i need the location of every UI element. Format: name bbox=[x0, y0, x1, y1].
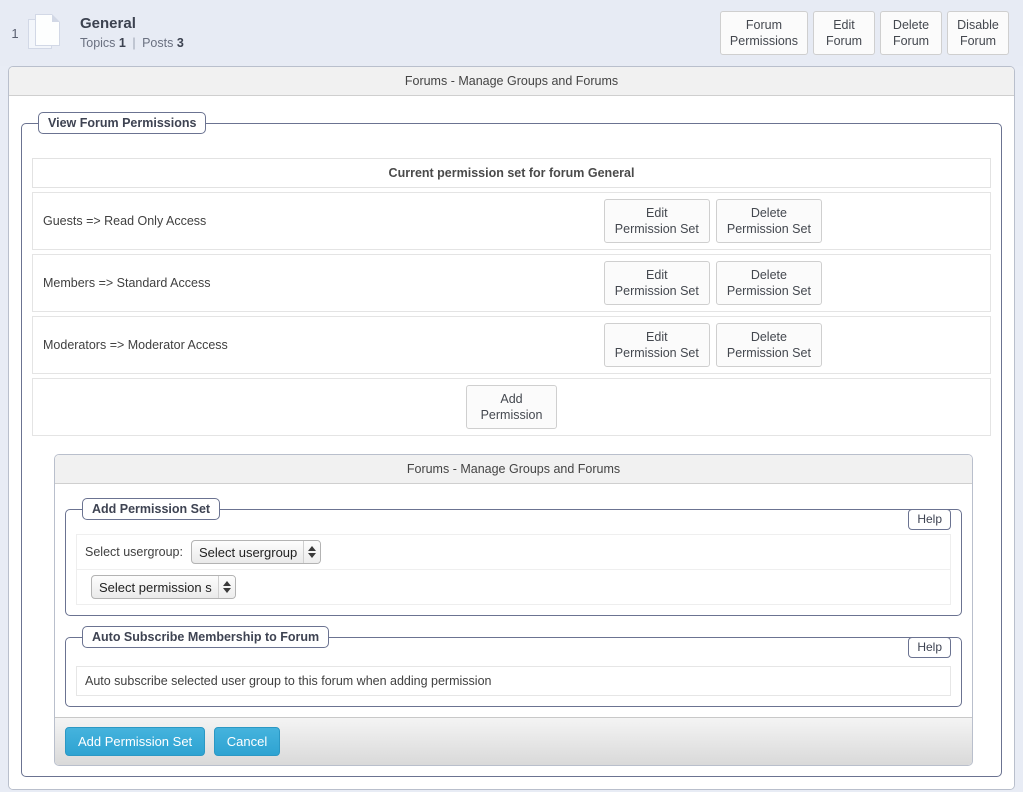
edit-permission-set-line1: Edit bbox=[646, 330, 668, 344]
add-permission-set-cancel-button[interactable]: Cancel bbox=[213, 727, 281, 756]
edit-forum-button-line1: Edit bbox=[833, 18, 855, 32]
permission-row-spacer bbox=[453, 316, 598, 374]
topics-label: Topics bbox=[80, 36, 116, 50]
chevron-updown-icon bbox=[303, 541, 321, 563]
add-permission-set-fieldset: Add Permission Set Help Select usergroup… bbox=[65, 498, 962, 616]
delete-permission-set-button[interactable]: Delete Permission Set bbox=[715, 261, 822, 305]
delete-permission-set-line1: Delete bbox=[750, 206, 787, 220]
disable-forum-button-line2: Forum bbox=[959, 34, 997, 48]
forum-index-number: 1 bbox=[11, 25, 19, 41]
forum-header-bar: 1 General Topics 1 | Posts 3 Forum Permi… bbox=[0, 0, 1023, 66]
permissions-table-caption-row: Current permission set for forum General bbox=[32, 158, 991, 188]
manage-forums-panel: Forums - Manage Groups and Forums View F… bbox=[8, 66, 1015, 790]
permission-row-end-spacer bbox=[989, 254, 991, 312]
auto-subscribe-legend: Auto Subscribe Membership to Forum bbox=[82, 626, 330, 648]
edit-permission-set-button[interactable]: Edit Permission Set bbox=[603, 199, 710, 243]
disable-forum-button[interactable]: Disable Forum bbox=[947, 11, 1009, 55]
stats-separator: | bbox=[132, 36, 136, 50]
edit-permission-set-line2: Permission Set bbox=[614, 284, 699, 298]
edit-forum-button[interactable]: Edit Forum bbox=[813, 11, 875, 55]
inner-panel-body: Add Permission Set Help Select usergroup… bbox=[55, 484, 972, 707]
permission-row-label: Members => Standard Access bbox=[32, 254, 454, 312]
edit-permission-set-line1: Edit bbox=[646, 206, 668, 220]
usergroup-select-value: Select usergroup bbox=[198, 544, 298, 560]
inner-panel-footer: Add Permission Set Cancel bbox=[55, 717, 972, 765]
edit-permission-set-button[interactable]: Edit Permission Set bbox=[603, 261, 710, 305]
delete-permission-set-line1: Delete bbox=[750, 268, 787, 282]
forum-stats: Topics 1 | Posts 3 bbox=[80, 34, 720, 52]
permission-set-row: Select permission s bbox=[77, 569, 950, 604]
delete-forum-button-line2: Forum bbox=[892, 34, 930, 48]
help-button-add-permission-set[interactable]: Help bbox=[908, 509, 951, 530]
permission-row-actions: Edit Permission Set Delete Permission Se… bbox=[597, 316, 990, 374]
table-row: Members => Standard Access Edit Permissi… bbox=[32, 254, 991, 312]
forum-permissions-button-line1: Forum bbox=[745, 18, 783, 32]
panel-body: View Forum Permissions Current permissio… bbox=[9, 96, 1014, 789]
permission-row-end-spacer bbox=[989, 316, 991, 374]
forum-info: General Topics 1 | Posts 3 bbox=[80, 14, 720, 52]
permissions-table: Current permission set for forum General… bbox=[32, 154, 991, 440]
table-row: Guests => Read Only Access Edit Permissi… bbox=[32, 192, 991, 250]
permission-set-select-value: Select permission s bbox=[99, 579, 212, 595]
add-permission-set-panel: Forums - Manage Groups and Forums Add Pe… bbox=[54, 454, 973, 766]
delete-permission-set-line2: Permission Set bbox=[726, 222, 811, 236]
delete-permission-set-button[interactable]: Delete Permission Set bbox=[715, 199, 822, 243]
add-permission-row: Add Permission bbox=[32, 378, 991, 436]
auto-subscribe-fieldset: Auto Subscribe Membership to Forum Help … bbox=[65, 626, 962, 707]
help-button-auto-subscribe[interactable]: Help bbox=[908, 637, 951, 658]
permission-row-actions: Edit Permission Set Delete Permission Se… bbox=[597, 192, 990, 250]
topics-count: 1 bbox=[118, 36, 126, 50]
forum-permissions-button[interactable]: Forum Permissions bbox=[719, 11, 808, 55]
table-row: Moderators => Moderator Access Edit Perm… bbox=[32, 316, 991, 374]
delete-permission-set-line2: Permission Set bbox=[726, 346, 811, 360]
forum-permissions-button-line2: Permissions bbox=[729, 34, 798, 48]
chevron-updown-icon bbox=[217, 576, 235, 598]
add-permission-button[interactable]: Add Permission bbox=[465, 385, 558, 429]
usergroup-label: Select usergroup: bbox=[85, 545, 183, 559]
usergroup-select[interactable]: Select usergroup bbox=[190, 540, 322, 564]
edit-permission-set-button[interactable]: Edit Permission Set bbox=[603, 323, 710, 367]
permission-row-actions: Edit Permission Set Delete Permission Se… bbox=[597, 254, 990, 312]
forum-title: General bbox=[80, 15, 136, 32]
delete-permission-set-line1: Delete bbox=[750, 330, 787, 344]
posts-count: 3 bbox=[176, 36, 184, 50]
disable-forum-button-line1: Disable bbox=[957, 18, 999, 32]
add-permission-set-legend: Add Permission Set bbox=[82, 498, 221, 520]
posts-label: Posts bbox=[142, 36, 174, 50]
document-front-page bbox=[35, 14, 60, 46]
edit-permission-set-line2: Permission Set bbox=[614, 346, 699, 360]
edit-permission-set-line2: Permission Set bbox=[614, 222, 699, 236]
view-forum-permissions-fieldset: View Forum Permissions Current permissio… bbox=[21, 112, 1002, 777]
add-permission-set-form: Select usergroup: Select usergroup Selec… bbox=[76, 534, 951, 605]
permission-row-spacer bbox=[453, 192, 598, 250]
delete-permission-set-line2: Permission Set bbox=[726, 284, 811, 298]
edit-forum-button-line2: Forum bbox=[825, 34, 863, 48]
permission-set-select[interactable]: Select permission s bbox=[91, 575, 236, 599]
edit-permission-set-line1: Edit bbox=[646, 268, 668, 282]
view-forum-permissions-legend: View Forum Permissions bbox=[38, 112, 207, 134]
add-permission-cell: Add Permission bbox=[32, 378, 991, 436]
panel-header-title: Forums - Manage Groups and Forums bbox=[9, 67, 1014, 96]
permission-row-end-spacer bbox=[989, 192, 991, 250]
add-permission-line2: Permission bbox=[480, 408, 543, 422]
add-permission-line1: Add bbox=[500, 392, 523, 406]
document-stack-icon bbox=[26, 11, 70, 55]
delete-forum-button[interactable]: Delete Forum bbox=[880, 11, 942, 55]
permission-row-spacer bbox=[453, 254, 598, 312]
auto-subscribe-description: Auto subscribe selected user group to th… bbox=[76, 666, 951, 696]
delete-forum-button-line1: Delete bbox=[892, 18, 930, 32]
forum-action-buttons: Forum Permissions Edit Forum Delete Foru… bbox=[719, 11, 1009, 55]
add-permission-set-submit-button[interactable]: Add Permission Set bbox=[65, 727, 206, 756]
delete-permission-set-button[interactable]: Delete Permission Set bbox=[715, 323, 822, 367]
permission-row-label: Moderators => Moderator Access bbox=[32, 316, 454, 374]
inner-panel-header-title: Forums - Manage Groups and Forums bbox=[55, 455, 972, 484]
permission-row-label: Guests => Read Only Access bbox=[32, 192, 454, 250]
usergroup-row: Select usergroup: Select usergroup bbox=[77, 534, 950, 569]
permissions-table-caption: Current permission set for forum General bbox=[32, 158, 991, 188]
